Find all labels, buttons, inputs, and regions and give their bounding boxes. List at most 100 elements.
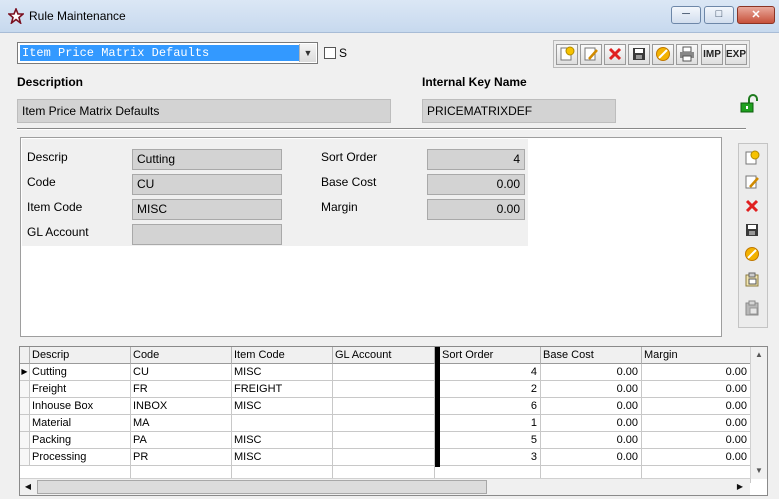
cell-base-cost[interactable]: 0.00 bbox=[541, 381, 642, 398]
cell-base-cost[interactable]: 0.00 bbox=[541, 432, 642, 449]
side-delete-button[interactable] bbox=[742, 196, 764, 217]
row-indicator[interactable] bbox=[20, 381, 30, 398]
code-field[interactable]: CU bbox=[132, 174, 282, 195]
scroll-left-icon[interactable]: ◀ bbox=[20, 479, 36, 495]
horizontal-scroll-thumb[interactable] bbox=[37, 480, 487, 494]
print-button[interactable] bbox=[676, 44, 698, 65]
row-indicator[interactable] bbox=[20, 398, 30, 415]
export-button[interactable]: EXP bbox=[725, 44, 747, 65]
margin-field[interactable]: 0.00 bbox=[427, 199, 525, 220]
cell-code[interactable]: PA bbox=[131, 432, 232, 449]
cell-gl-account[interactable] bbox=[333, 364, 435, 381]
cell-code[interactable]: INBOX bbox=[131, 398, 232, 415]
cell-base-cost[interactable]: 0.00 bbox=[541, 415, 642, 432]
rule-selector-value: Item Price Matrix Defaults bbox=[20, 45, 299, 61]
cell-margin[interactable]: 0.00 bbox=[642, 415, 751, 432]
cell-descrip[interactable]: Cutting bbox=[30, 364, 131, 381]
cell-gl-account[interactable] bbox=[333, 381, 435, 398]
cell-gl-account[interactable] bbox=[333, 449, 435, 466]
cell-code[interactable]: MA bbox=[131, 415, 232, 432]
row-header-corner bbox=[20, 347, 30, 364]
column-header-descrip[interactable]: Descrip bbox=[30, 347, 131, 364]
side-cancel-button[interactable] bbox=[742, 244, 764, 265]
cell-margin[interactable]: 0.00 bbox=[642, 432, 751, 449]
cell-descrip[interactable]: Material bbox=[30, 415, 131, 432]
base-cost-field[interactable]: 0.00 bbox=[427, 174, 525, 195]
gl-account-field[interactable] bbox=[132, 224, 282, 245]
column-header-gl-account[interactable]: GL Account bbox=[333, 347, 435, 364]
s-checkbox[interactable] bbox=[324, 47, 336, 59]
row-indicator[interactable]: ▶ bbox=[20, 364, 30, 381]
sort-order-field[interactable]: 4 bbox=[427, 149, 525, 170]
cell-code[interactable]: CU bbox=[131, 364, 232, 381]
cell-item-code[interactable]: MISC bbox=[232, 398, 333, 415]
edit-icon bbox=[745, 175, 759, 189]
side-edit-button[interactable] bbox=[742, 172, 764, 193]
descrip-field[interactable]: Cutting bbox=[132, 149, 282, 170]
column-header-margin[interactable]: Margin bbox=[642, 347, 751, 364]
cell-sort-order[interactable]: 1 bbox=[440, 415, 541, 432]
cell-descrip[interactable]: Processing bbox=[30, 449, 131, 466]
internal-key-label: Internal Key Name bbox=[422, 75, 527, 89]
cell-descrip[interactable]: Freight bbox=[30, 381, 131, 398]
cell-margin[interactable]: 0.00 bbox=[642, 449, 751, 466]
sort-order-label: Sort Order bbox=[321, 150, 378, 164]
gl-account-label: GL Account bbox=[27, 225, 89, 239]
title-bar: Rule Maintenance ─ □ ✕ bbox=[0, 0, 779, 33]
column-header-item-code[interactable]: Item Code bbox=[232, 347, 333, 364]
cell-sort-order[interactable]: 4 bbox=[440, 364, 541, 381]
cell-code[interactable]: FR bbox=[131, 381, 232, 398]
cell-item-code[interactable] bbox=[232, 415, 333, 432]
cell-gl-account[interactable] bbox=[333, 398, 435, 415]
row-indicator[interactable] bbox=[20, 432, 30, 449]
cell-base-cost[interactable]: 0.00 bbox=[541, 398, 642, 415]
side-save-button[interactable] bbox=[742, 220, 764, 241]
item-code-field[interactable]: MISC bbox=[132, 199, 282, 220]
horizontal-scrollbar[interactable]: ◀ ▶ bbox=[20, 478, 750, 495]
toolbar: IMP EXP bbox=[553, 40, 750, 68]
cell-base-cost[interactable]: 0.00 bbox=[541, 449, 642, 466]
row-indicator[interactable] bbox=[20, 449, 30, 466]
chevron-down-icon[interactable]: ▼ bbox=[299, 44, 316, 62]
cell-item-code[interactable]: MISC bbox=[232, 364, 333, 381]
cancel-button[interactable] bbox=[652, 44, 674, 65]
rule-selector[interactable]: Item Price Matrix Defaults ▼ bbox=[17, 42, 318, 64]
vertical-scrollbar[interactable]: ▲ ▼ bbox=[750, 347, 767, 479]
cell-item-code[interactable]: MISC bbox=[232, 449, 333, 466]
minimize-button[interactable]: ─ bbox=[671, 6, 701, 24]
unlock-icon[interactable] bbox=[738, 94, 760, 114]
cell-margin[interactable]: 0.00 bbox=[642, 364, 751, 381]
column-header-sort-order[interactable]: Sort Order bbox=[440, 347, 541, 364]
copy-icon bbox=[745, 272, 759, 287]
scroll-up-icon[interactable]: ▲ bbox=[751, 347, 767, 363]
cell-sort-order[interactable]: 6 bbox=[440, 398, 541, 415]
side-paste-button[interactable] bbox=[742, 298, 764, 319]
cell-item-code[interactable]: FREIGHT bbox=[232, 381, 333, 398]
row-indicator[interactable] bbox=[20, 415, 30, 432]
cell-code[interactable]: PR bbox=[131, 449, 232, 466]
cell-gl-account[interactable] bbox=[333, 432, 435, 449]
cell-descrip[interactable]: Inhouse Box bbox=[30, 398, 131, 415]
cell-base-cost[interactable]: 0.00 bbox=[541, 364, 642, 381]
save-button[interactable] bbox=[628, 44, 650, 65]
import-button[interactable]: IMP bbox=[701, 44, 723, 65]
cell-margin[interactable]: 0.00 bbox=[642, 398, 751, 415]
cell-sort-order[interactable]: 3 bbox=[440, 449, 541, 466]
scroll-right-icon[interactable]: ▶ bbox=[732, 479, 748, 495]
cell-sort-order[interactable]: 5 bbox=[440, 432, 541, 449]
scroll-down-icon[interactable]: ▼ bbox=[751, 463, 767, 479]
column-header-base-cost[interactable]: Base Cost bbox=[541, 347, 642, 364]
column-header-code[interactable]: Code bbox=[131, 347, 232, 364]
cell-gl-account[interactable] bbox=[333, 415, 435, 432]
side-new-button[interactable] bbox=[742, 148, 764, 169]
cell-descrip[interactable]: Packing bbox=[30, 432, 131, 449]
maximize-button[interactable]: □ bbox=[704, 6, 734, 24]
cell-sort-order[interactable]: 2 bbox=[440, 381, 541, 398]
edit-button[interactable] bbox=[580, 44, 602, 65]
cell-item-code[interactable]: MISC bbox=[232, 432, 333, 449]
new-button[interactable] bbox=[556, 44, 578, 65]
cell-margin[interactable]: 0.00 bbox=[642, 381, 751, 398]
side-copy-button[interactable] bbox=[742, 270, 764, 291]
close-button[interactable]: ✕ bbox=[737, 6, 775, 24]
delete-button[interactable] bbox=[604, 44, 626, 65]
